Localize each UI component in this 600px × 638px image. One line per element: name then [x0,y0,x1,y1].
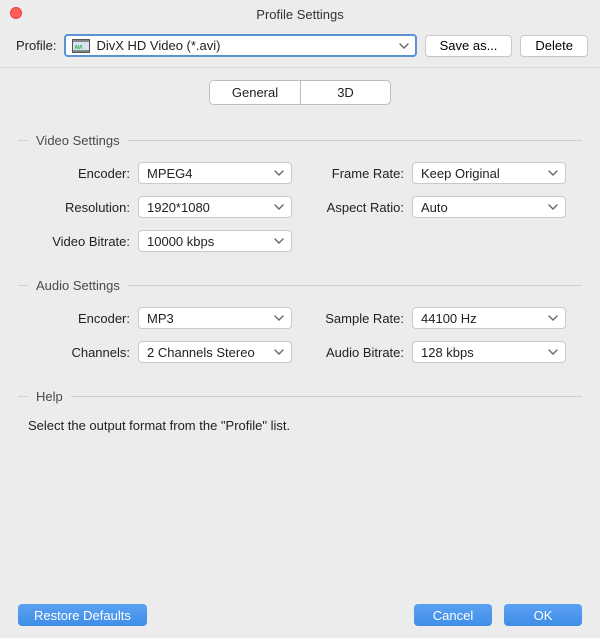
chevron-down-icon [547,204,559,210]
sample-rate-label: Sample Rate: [300,311,404,326]
video-settings-group: Video Settings Encoder: MPEG4 Frame Rate… [18,133,582,252]
chevron-down-icon [547,170,559,176]
audio-settings-group: Audio Settings Encoder: MP3 Sample Rate:… [18,278,582,363]
delete-button[interactable]: Delete [520,35,588,57]
chevron-down-icon [273,170,285,176]
profile-value: DivX HD Video (*.avi) [96,38,220,53]
chevron-down-icon [273,238,285,244]
save-as-button[interactable]: Save as... [425,35,513,57]
profile-dropdown[interactable]: DivX HD Video (*.avi) [64,34,416,57]
channels-dropdown[interactable]: 2 Channels Stereo [138,341,292,363]
audio-encoder-dropdown[interactable]: MP3 [138,307,292,329]
video-encoder-label: Encoder: [18,166,130,181]
audio-bitrate-dropdown[interactable]: 128 kbps [412,341,566,363]
cancel-button[interactable]: Cancel [414,604,492,626]
video-bitrate-dropdown[interactable]: 10000 kbps [138,230,292,252]
chevron-down-icon [273,204,285,210]
audio-encoder-label: Encoder: [18,311,130,326]
frame-rate-dropdown[interactable]: Keep Original [412,162,566,184]
segmented-control: General 3D [209,80,391,105]
sample-rate-dropdown[interactable]: 44100 Hz [412,307,566,329]
channels-label: Channels: [18,345,130,360]
chevron-down-icon [273,349,285,355]
help-group: Help Select the output format from the "… [18,389,582,433]
video-settings-title: Video Settings [36,133,120,148]
aspect-ratio-label: Aspect Ratio: [300,200,404,215]
resolution-dropdown[interactable]: 1920*1080 [138,196,292,218]
profile-label: Profile: [16,38,56,53]
help-title: Help [36,389,63,404]
audio-bitrate-label: Audio Bitrate: [300,345,404,360]
restore-defaults-button[interactable]: Restore Defaults [18,604,147,626]
avi-file-icon [72,39,90,53]
audio-settings-title: Audio Settings [36,278,120,293]
frame-rate-label: Frame Rate: [300,166,404,181]
window-controls [10,7,22,19]
chevron-down-icon [399,41,409,51]
help-text: Select the output format from the "Profi… [28,418,582,433]
chevron-down-icon [273,315,285,321]
chevron-down-icon [547,315,559,321]
tab-general[interactable]: General [210,81,300,104]
titlebar: Profile Settings [0,0,600,28]
content-area: General 3D Video Settings Encoder: MPEG4… [0,67,600,433]
chevron-down-icon [547,349,559,355]
ok-button[interactable]: OK [504,604,582,626]
window-title: Profile Settings [256,7,343,22]
resolution-label: Resolution: [18,200,130,215]
aspect-ratio-dropdown[interactable]: Auto [412,196,566,218]
tab-group: General 3D [18,80,582,105]
close-window-icon[interactable] [10,7,22,19]
tab-3d[interactable]: 3D [300,81,390,104]
profile-row: Profile: DivX HD Video (*.avi) Save as..… [0,28,600,67]
video-bitrate-label: Video Bitrate: [18,234,130,249]
bottom-bar: Restore Defaults Cancel OK [0,592,600,638]
video-encoder-dropdown[interactable]: MPEG4 [138,162,292,184]
